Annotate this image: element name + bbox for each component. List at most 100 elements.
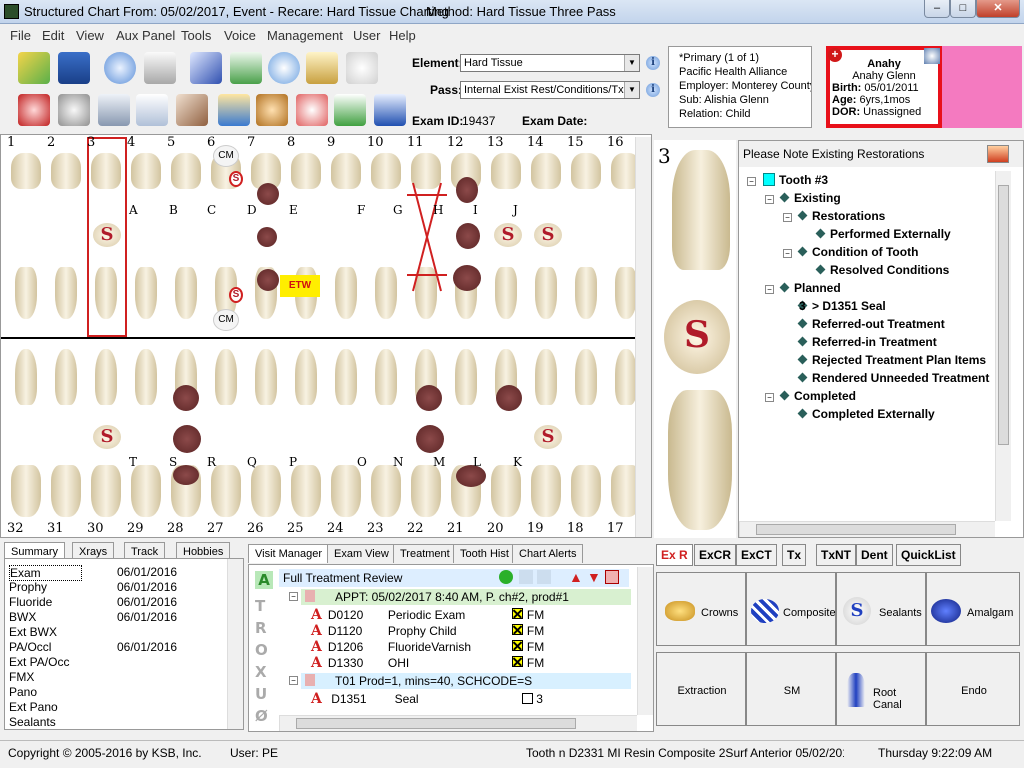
upper-tooth-crown[interactable] [531, 153, 561, 189]
mouth-icon[interactable] [296, 94, 328, 126]
syringe-icon[interactable] [176, 94, 208, 126]
upper-tooth-root[interactable] [535, 267, 557, 319]
lower-tooth-crown[interactable] [371, 465, 401, 517]
tab-chart-alerts[interactable]: Chart Alerts [512, 544, 584, 563]
lower-tooth-root[interactable] [135, 349, 157, 405]
lower-tooth-root[interactable] [615, 349, 637, 405]
tree-item[interactable]: Completed Externally [797, 407, 935, 421]
extraction-button[interactable]: Extraction [656, 652, 746, 726]
lower-tooth-crown[interactable] [11, 465, 41, 517]
maximize-button[interactable]: □ [950, 0, 976, 18]
vm-filter-x[interactable]: X [255, 663, 267, 681]
chart-scrollbar[interactable] [635, 137, 651, 537]
collapse-icon[interactable]: − [289, 676, 298, 685]
upper-tooth-root[interactable] [615, 267, 637, 319]
upper-tooth-crown[interactable] [491, 153, 521, 189]
upper-tooth-root[interactable] [135, 267, 157, 319]
money-icon[interactable] [499, 570, 513, 584]
lower-tooth-root[interactable] [375, 349, 397, 405]
tab-exct[interactable]: ExCT [736, 544, 777, 566]
lower-tooth-root[interactable] [15, 349, 37, 405]
lower-tooth-root[interactable] [455, 349, 477, 405]
endo-button[interactable]: Endo [926, 652, 1020, 726]
save-icon[interactable] [58, 52, 90, 84]
proc-row[interactable]: A D1206 FluorideVarnish FM [311, 639, 544, 655]
lower-tooth-root[interactable] [55, 349, 77, 405]
menu-user[interactable]: User [353, 28, 380, 43]
lower-tooth-root[interactable] [575, 349, 597, 405]
lower-tooth-crown[interactable] [91, 465, 121, 517]
info-icon[interactable] [268, 52, 300, 84]
root-canal-button[interactable]: Root Canal [836, 652, 926, 726]
upper-tooth-crown[interactable] [371, 153, 401, 189]
tab-tooth-hist[interactable]: Tooth Hist [453, 544, 516, 563]
move-up-icon[interactable]: ▲ [569, 569, 583, 585]
sealants-button[interactable]: S Sealants [836, 572, 926, 646]
list-icon[interactable] [136, 94, 168, 126]
vm-filter-t[interactable]: T [255, 597, 265, 615]
vm-filter-none[interactable]: Ø [255, 707, 268, 725]
delete-tooth-icon[interactable] [18, 94, 50, 126]
tab-treatment[interactable]: Treatment [393, 544, 457, 563]
proc-seal-row[interactable]: A D1351 Seal 3 [311, 691, 543, 707]
vm-filter-o[interactable]: O [255, 641, 268, 659]
lower-tooth-root[interactable] [95, 349, 117, 405]
tooth-icon[interactable] [346, 52, 378, 84]
proc-checkbox-checked[interactable] [511, 608, 523, 619]
upper-tooth-root[interactable] [375, 267, 397, 319]
count-icon[interactable] [98, 94, 130, 126]
tree-item[interactable]: Rendered Unneeded Treatment [797, 371, 989, 385]
tab-dent[interactable]: Dent [856, 544, 893, 566]
proc-checkbox-checked[interactable] [511, 656, 523, 667]
rx-icon[interactable] [306, 52, 338, 84]
collapse-icon[interactable]: − [289, 592, 298, 601]
lower-tooth-root[interactable] [295, 349, 317, 405]
menu-edit[interactable]: Edit [42, 28, 64, 43]
collapse-icon[interactable]: − [765, 195, 774, 204]
upper-tooth-crown[interactable] [171, 153, 201, 189]
notes-icon[interactable] [230, 52, 262, 84]
lower-tooth-root[interactable] [215, 349, 237, 405]
tab-exam-view[interactable]: Exam View [327, 544, 396, 563]
summary-scrollbar[interactable] [227, 559, 243, 729]
move-down-icon[interactable]: ▼ [587, 569, 601, 585]
tree-item[interactable]: Performed Externally [815, 227, 951, 241]
collapse-icon[interactable]: − [783, 249, 792, 258]
menu-help[interactable]: Help [389, 28, 416, 43]
sm-button[interactable]: SM [746, 652, 836, 726]
tree-item[interactable]: Planned [779, 281, 841, 295]
lower-tooth-crown[interactable] [531, 465, 561, 517]
tree-item[interactable]: Rejected Treatment Plan Items [797, 353, 986, 367]
handshake-icon[interactable] [256, 94, 288, 126]
menu-management[interactable]: Management [267, 28, 343, 43]
tree-item[interactable]: Tooth #3 [763, 173, 828, 187]
t01-row[interactable]: − T01 Prod=1, mins=40, SCHCODE=S [289, 673, 631, 689]
table-icon[interactable] [537, 570, 551, 584]
upper-tooth-root[interactable] [55, 267, 77, 319]
lower-tooth-crown[interactable] [51, 465, 81, 517]
close-button[interactable]: ✕ [976, 0, 1020, 18]
upper-tooth-root[interactable] [575, 267, 597, 319]
menu-file[interactable]: File [10, 28, 31, 43]
collapse-icon[interactable]: − [747, 177, 756, 186]
lower-tooth-root[interactable] [255, 349, 277, 405]
add-icon[interactable]: + [828, 48, 842, 62]
lower-tooth-root[interactable] [535, 349, 557, 405]
proc-checkbox-checked[interactable] [511, 624, 523, 635]
collapse-icon[interactable]: − [765, 285, 774, 294]
vm-filter-u[interactable]: U [255, 685, 267, 703]
tab-tx[interactable]: Tx [782, 544, 807, 566]
tree-item[interactable]: Restorations [797, 209, 885, 223]
upper-tooth-crown[interactable] [291, 153, 321, 189]
element-select[interactable]: Hard Tissue ▼ [460, 54, 640, 72]
dental-chart[interactable]: ETW CM CM S S S S S S S 1 2 3 4 5 6 7 8 9 10 11 12 1… [0, 134, 652, 538]
document-icon[interactable] [190, 52, 222, 84]
upper-tooth-crown[interactable] [331, 153, 361, 189]
lower-tooth-crown[interactable] [331, 465, 361, 517]
insurance-panel[interactable]: *Primary (1 of 1) Pacific Health Allianc… [668, 46, 812, 128]
pass-info-icon[interactable]: i [646, 83, 660, 97]
tab-quicklist[interactable]: QuickList [896, 544, 961, 566]
pass-select[interactable]: Internal Exist Rest/Conditions/Tx ▼ [460, 81, 640, 99]
tab-visit-manager[interactable]: Visit Manager [248, 544, 330, 563]
proc-checkbox-checked[interactable] [511, 640, 523, 651]
